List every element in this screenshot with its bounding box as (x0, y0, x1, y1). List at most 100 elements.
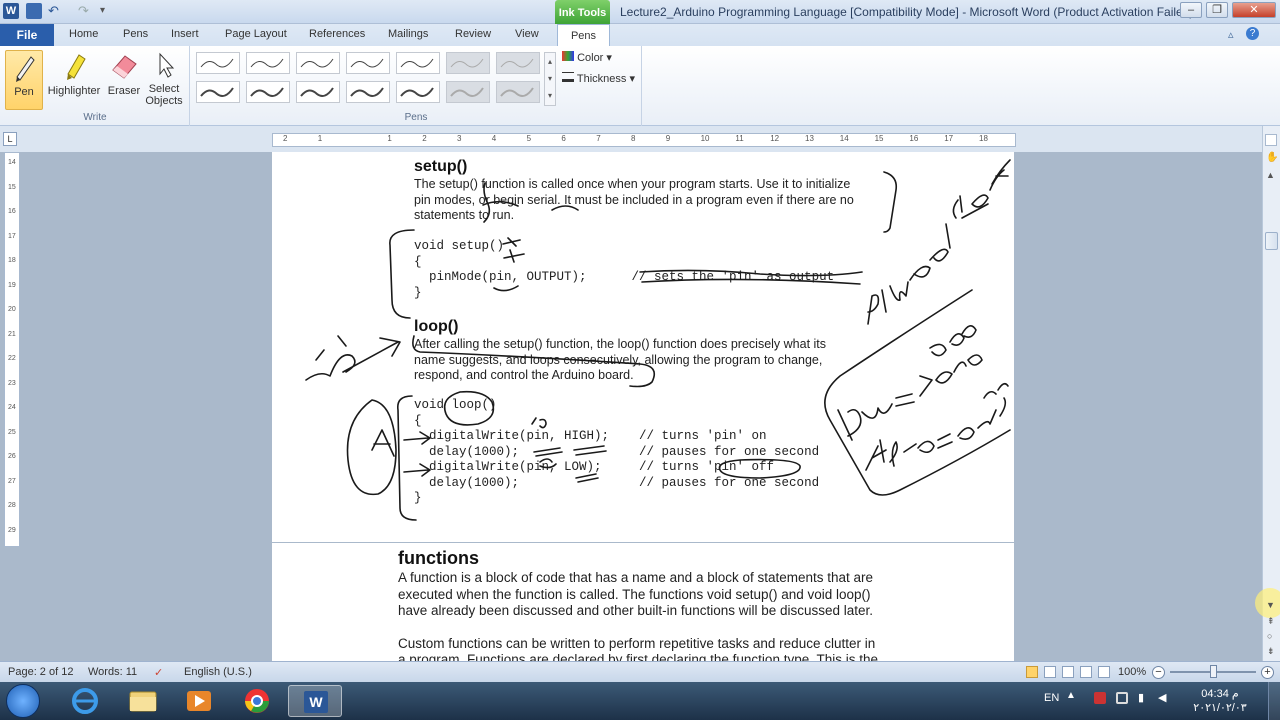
pen-style-swatch[interactable] (346, 52, 390, 74)
clock[interactable]: 04:34 م ٢٠٢١/٠٢/٠٣ (1180, 687, 1260, 715)
vertical-scrollbar[interactable]: ✋ ▲ ▼ ⇞ ○ ⇟ (1255, 126, 1280, 661)
pen-style-swatch[interactable] (196, 52, 240, 74)
redo-icon[interactable]: ↷ (78, 3, 94, 19)
loop-heading: loop() (414, 318, 459, 335)
media-player-icon[interactable] (172, 685, 226, 717)
outline-icon[interactable] (1080, 666, 1092, 678)
word-count[interactable]: Words: 11 (88, 666, 137, 678)
tab-review[interactable]: Review (455, 28, 491, 40)
pen-style-swatch[interactable] (346, 81, 390, 103)
select-browse-object-icon[interactable]: ○ (1267, 631, 1272, 641)
tab-page-layout[interactable]: Page Layout (225, 28, 287, 40)
zoom-slider-thumb[interactable] (1210, 665, 1217, 678)
setup-code-line: pinMode(pin, OUTPUT); // sets the 'pin' … (414, 270, 835, 284)
previous-page-icon[interactable]: ⇞ (1267, 616, 1275, 627)
action-center-icon[interactable] (1094, 692, 1106, 704)
save-icon[interactable] (26, 3, 42, 19)
select-objects-button[interactable]: Select Objects (144, 50, 184, 110)
tab-home[interactable]: Home (69, 28, 98, 40)
pen-style-swatch[interactable] (446, 81, 490, 103)
vruler-tick: 22 (8, 355, 16, 362)
print-layout-icon[interactable] (1026, 666, 1038, 678)
draft-icon[interactable] (1098, 666, 1110, 678)
word-app-icon[interactable]: W (3, 3, 19, 19)
pen-style-swatch[interactable] (496, 81, 540, 103)
eraser-icon (112, 55, 137, 79)
language[interactable]: English (U.S.) (184, 666, 252, 678)
vruler-tick: 15 (8, 183, 16, 191)
input-language[interactable]: EN (1044, 692, 1059, 704)
pen-style-swatch[interactable] (496, 52, 540, 74)
file-explorer-icon[interactable] (116, 685, 170, 717)
pen-style-swatch[interactable] (446, 52, 490, 74)
tab-view[interactable]: View (515, 28, 539, 40)
restore-button[interactable]: ❐ (1206, 2, 1228, 18)
tab-pens[interactable]: Pens (123, 28, 148, 40)
select-arrow-icon (159, 52, 175, 78)
thickness-button[interactable]: Thickness ▾ (562, 72, 635, 85)
scroll-up-icon[interactable]: ▲ (1266, 170, 1275, 180)
minimize-button[interactable]: ‒ (1180, 2, 1202, 18)
pen-style-swatch[interactable] (246, 52, 290, 74)
pen-style-swatch[interactable] (396, 81, 440, 103)
setup-line-3: statements to run. (414, 208, 515, 222)
show-hidden-icons[interactable]: ▲ (1066, 690, 1076, 701)
page-count[interactable]: Page: 2 of 12 (8, 666, 73, 678)
pen-gallery[interactable] (196, 52, 546, 106)
customize-qat-icon[interactable]: ▾ (100, 3, 116, 19)
tab-ink-pens[interactable]: Pens (557, 24, 610, 48)
pen-style-swatch[interactable] (246, 81, 290, 103)
chrome-icon[interactable] (230, 685, 284, 717)
tab-references[interactable]: References (309, 28, 365, 40)
ruler-tick: 16 (909, 134, 919, 143)
highlighter-label: Highlighter (47, 85, 101, 97)
color-label: Color (577, 52, 604, 64)
start-button[interactable] (6, 684, 40, 718)
loop-code-line: digitalWrite(pin, HIGH); // turns 'pin' … (414, 429, 767, 443)
zoom-level[interactable]: 100% (1118, 666, 1146, 678)
tab-mailings[interactable]: Mailings (388, 28, 428, 40)
zoom-out-icon[interactable]: − (1152, 666, 1165, 679)
proofing-icon[interactable]: ✓ (154, 666, 163, 679)
color-button[interactable]: Color ▾ (562, 51, 612, 64)
scroll-down-icon[interactable]: ▼ (1266, 600, 1275, 610)
close-button[interactable]: ✕ (1232, 2, 1276, 18)
vruler-tick: 16 (8, 208, 16, 215)
pen-style-swatch[interactable] (396, 52, 440, 74)
pan-hand-icon[interactable]: ✋ (1266, 152, 1278, 163)
ruler-tick: 8 (631, 134, 636, 143)
view-ruler-icon[interactable] (1265, 134, 1277, 146)
help-icon[interactable]: ? (1246, 27, 1259, 40)
network-icon[interactable]: ▮ (1138, 691, 1144, 704)
pen-style-swatch[interactable] (196, 81, 240, 103)
scroll-thumb[interactable] (1265, 232, 1278, 250)
tab-selector[interactable]: L (3, 132, 17, 146)
zoom-in-icon[interactable]: + (1261, 666, 1274, 679)
next-page-icon[interactable]: ⇟ (1267, 646, 1275, 657)
document-page-3[interactable]: functions A function is a block of code … (272, 543, 1014, 667)
ruler-tick: 11 (735, 134, 744, 143)
pen-style-swatch[interactable] (296, 81, 340, 103)
horizontal-ruler[interactable]: 2 1 1 2 3 4 5 6 7 8 9 10 11 12 13 14 15 16 17 18 (272, 133, 1016, 147)
eraser-button[interactable]: Eraser (104, 50, 144, 110)
volume-icon[interactable]: ◀ (1158, 691, 1166, 704)
write-group-label: Write (83, 112, 107, 123)
document-page[interactable]: setup() The setup() function is called o… (272, 152, 1014, 542)
internet-explorer-icon[interactable] (58, 685, 112, 717)
loop-code-line: { (414, 413, 422, 428)
full-screen-reading-icon[interactable] (1044, 666, 1056, 678)
pen-button[interactable]: Pen (5, 50, 43, 110)
tray-app-icon[interactable] (1116, 692, 1128, 704)
web-layout-icon[interactable] (1062, 666, 1074, 678)
tab-insert[interactable]: Insert (171, 28, 199, 40)
minimize-ribbon-icon[interactable]: ▵ (1228, 28, 1234, 41)
highlighter-button[interactable]: Highlighter (46, 50, 102, 110)
ruler-tick: 10 (700, 134, 710, 143)
pen-style-swatch[interactable] (296, 52, 340, 74)
pen-gallery-scroll[interactable]: ▴ ▾ ▾ (544, 52, 556, 106)
word-taskbar-icon[interactable]: W (288, 685, 342, 717)
show-desktop-button[interactable] (1268, 682, 1280, 720)
vertical-ruler[interactable]: 14 15 16 17 18 19 20 21 22 23 24 25 26 27 28 29 (4, 152, 20, 547)
tab-file[interactable]: File (0, 24, 54, 46)
undo-icon[interactable]: ↶ (48, 3, 64, 19)
